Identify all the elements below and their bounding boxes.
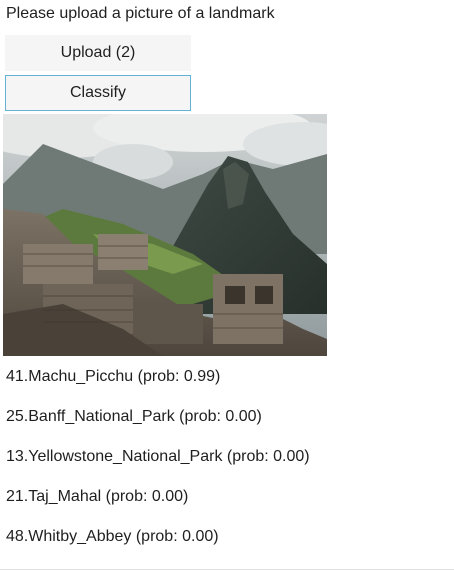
result-item: 25.Banff_National_Park (prob: 0.00) [6, 408, 262, 425]
uploaded-landmark-photo [3, 114, 327, 356]
upload-prompt: Please upload a picture of a landmark [6, 5, 275, 22]
result-item: 48.Whitby_Abbey (prob: 0.00) [6, 528, 219, 545]
classify-button[interactable]: Classify [5, 75, 191, 111]
bottom-divider [0, 569, 454, 570]
upload-button[interactable]: Upload (2) [5, 35, 191, 71]
result-item: 21.Taj_Mahal (prob: 0.00) [6, 488, 189, 505]
result-item: 13.Yellowstone_National_Park (prob: 0.00… [6, 448, 310, 465]
result-item: 41.Machu_Picchu (prob: 0.99) [6, 368, 221, 385]
classification-results: 41.Machu_Picchu (prob: 0.99) 25.Banff_Na… [6, 367, 310, 567]
